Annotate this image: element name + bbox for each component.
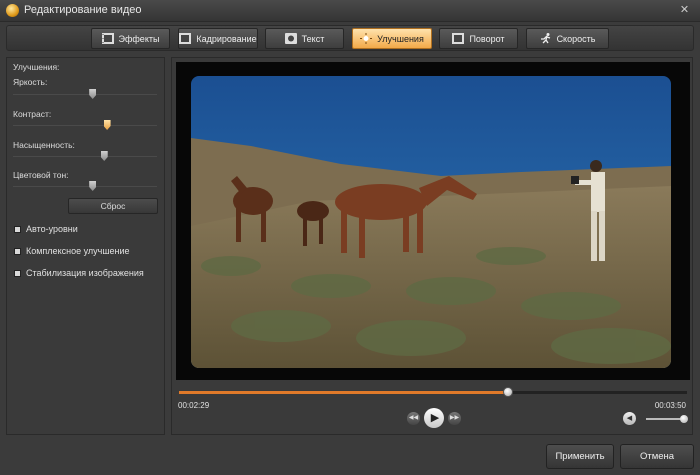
running-man-icon (540, 33, 552, 44)
playback-controls: ◀◀ ▶ ▶▶ (407, 408, 461, 428)
play-button[interactable]: ▶ (424, 408, 444, 428)
brightness-label: Яркость: (13, 77, 48, 87)
checkbox-box[interactable] (14, 269, 21, 277)
checkbox-label: Стабилизация изображения (26, 268, 144, 278)
checkbox-label: Авто-уровни (26, 224, 78, 234)
hue-label: Цветовой тон: (13, 170, 69, 180)
timeline-progress (179, 391, 509, 394)
saturation-label: Насыщенность: (13, 140, 75, 150)
saturation-slider[interactable] (13, 151, 157, 161)
volume-handle[interactable] (680, 415, 688, 423)
volume-slider[interactable] (646, 415, 688, 423)
text-icon (284, 33, 297, 44)
slider-thumb[interactable] (100, 151, 108, 161)
panel-heading: Улучшения: (13, 62, 60, 72)
title-bar: Редактирование видео ✕ (0, 0, 700, 22)
cancel-button[interactable]: Отмена (620, 444, 694, 469)
timeline-handle[interactable] (503, 387, 514, 397)
tab-label: Улучшения (377, 33, 424, 44)
auto-levels-checkbox[interactable]: Авто-уровни (14, 224, 78, 234)
enhancements-panel: Улучшения: Яркость: Контраст: Насыщеннос… (6, 57, 165, 435)
tab-speed[interactable]: Скорость (526, 28, 609, 49)
tab-label: Эффекты (118, 33, 160, 44)
volume-level (646, 418, 684, 420)
checkbox-box[interactable] (14, 225, 21, 233)
video-frame (176, 62, 690, 380)
current-time: 00:02:29 (178, 401, 210, 410)
tab-bar: Эффекты Кадрирование Текст Улучшения Пов… (6, 25, 694, 51)
checkbox-box[interactable] (14, 247, 21, 255)
previous-frame-button[interactable]: ◀◀ (407, 411, 420, 425)
tab-label: Текст (301, 33, 325, 44)
rotate-icon (452, 33, 465, 44)
apply-button[interactable]: Применить (546, 444, 614, 469)
total-time: 00:03:50 (654, 401, 686, 410)
tab-label: Поворот (469, 33, 505, 44)
crop-icon (179, 33, 192, 44)
video-viewer: 00:02:29 00:03:50 ◀◀ ▶ ▶▶ ◀ (171, 57, 693, 435)
contrast-label: Контраст: (13, 109, 52, 119)
reset-button[interactable]: Сброс (68, 198, 158, 214)
tab-text[interactable]: Текст (265, 28, 344, 49)
tab-crop[interactable]: Кадрирование (178, 28, 258, 49)
video-preview-image (191, 76, 671, 368)
brightness-slider[interactable] (13, 89, 157, 99)
tab-label: Скорость (556, 33, 596, 44)
close-button[interactable]: ✕ (677, 3, 692, 18)
next-frame-button[interactable]: ▶▶ (448, 411, 461, 425)
timeline-scrubber[interactable] (179, 387, 687, 397)
tab-enhancements[interactable]: Улучшения (352, 28, 432, 49)
contrast-slider[interactable] (13, 120, 157, 130)
volume-icon[interactable]: ◀ (623, 412, 636, 425)
complex-enhance-checkbox[interactable]: Комплексное улучшение (14, 246, 130, 256)
app-logo-icon (6, 4, 19, 17)
slider-thumb[interactable] (89, 89, 97, 99)
film-effects-icon (101, 33, 114, 44)
stabilization-checkbox[interactable]: Стабилизация изображения (14, 268, 144, 278)
hue-slider[interactable] (13, 181, 157, 191)
window-title: Редактирование видео (24, 4, 142, 16)
tab-effects[interactable]: Эффекты (91, 28, 170, 49)
slider-thumb[interactable] (103, 120, 111, 130)
slider-thumb[interactable] (89, 181, 97, 191)
sun-icon (360, 33, 373, 44)
tab-label: Кадрирование (196, 33, 257, 44)
checkbox-label: Комплексное улучшение (26, 246, 130, 256)
tab-rotate[interactable]: Поворот (439, 28, 518, 49)
